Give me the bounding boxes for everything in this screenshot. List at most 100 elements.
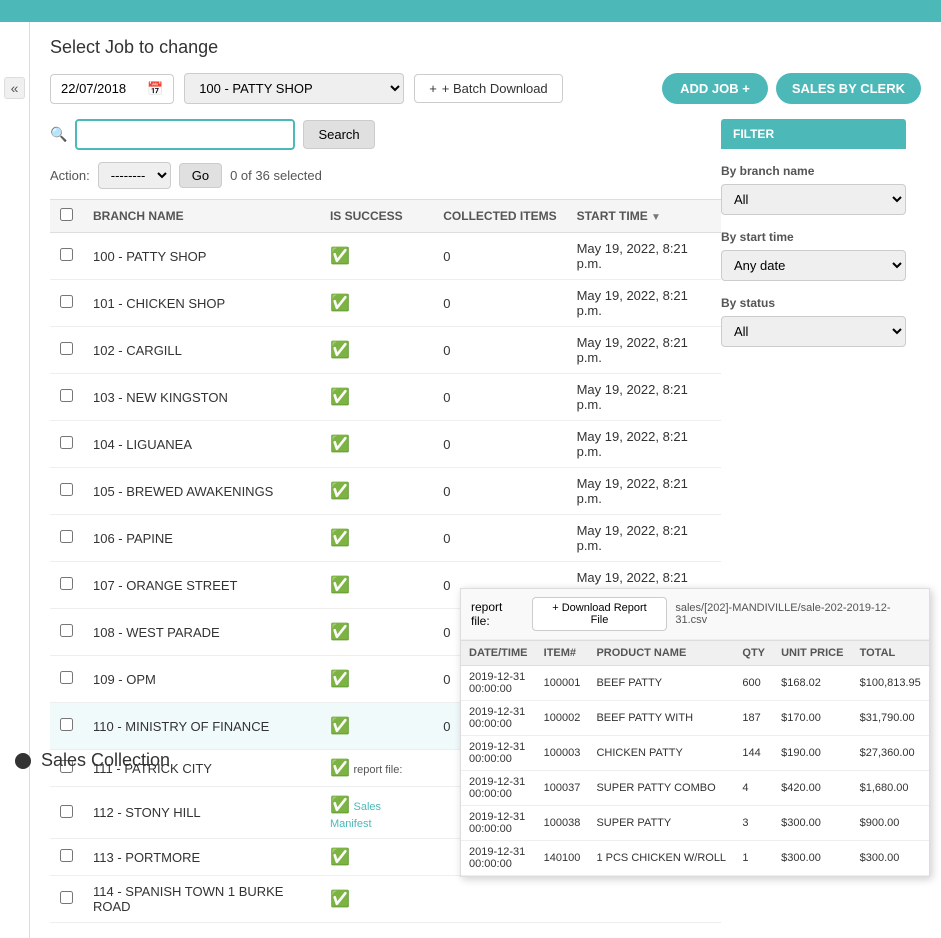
sales-collection-area: Sales Collection	[15, 750, 170, 771]
popup-table-row: 2019-12-31 00:00:00 100038 SUPER PATTY 3…	[461, 806, 929, 841]
branch-name-cell[interactable]: 114 - SPANISH TOWN 1 BURKE ROAD	[83, 876, 320, 923]
row-checkbox[interactable]	[60, 805, 73, 818]
action-select[interactable]: --------	[98, 162, 171, 189]
row-checkbox[interactable]	[60, 671, 73, 684]
success-checkmark: ✅	[330, 718, 350, 735]
row-checkbox[interactable]	[60, 342, 73, 355]
status-filter-section: By status All	[721, 296, 906, 347]
bullet-icon	[15, 753, 31, 769]
start-time-header[interactable]: START TIME ▼	[567, 200, 721, 233]
row-checkbox[interactable]	[60, 577, 73, 590]
report-file-link[interactable]: sales/[202]-MANDIVILLE/sale-202-2019-12-…	[675, 602, 919, 626]
popup-total: $1,680.00	[852, 771, 929, 806]
row-checkbox-cell	[50, 609, 83, 656]
row-checkbox-cell	[50, 839, 83, 876]
popup-qty: 3	[734, 806, 773, 841]
row-checkbox[interactable]	[60, 295, 73, 308]
popup-datetime: 2019-12-31 00:00:00	[461, 806, 536, 841]
popup-product: BEEF PATTY WITH	[588, 701, 734, 736]
success-checkmark: ✅	[330, 530, 350, 547]
success-checkmark: ✅	[330, 797, 350, 814]
collected-items-cell: 0	[433, 421, 566, 468]
popup-product: CHICKEN PATTY	[588, 736, 734, 771]
status-filter-select[interactable]: All	[721, 316, 906, 347]
popup-item: 100037	[536, 771, 589, 806]
report-file-label: report file:	[354, 764, 403, 776]
download-report-button[interactable]: + Download Report File	[532, 597, 668, 631]
branch-name-cell[interactable]: 102 - CARGILL	[83, 327, 320, 374]
row-checkbox-cell	[50, 703, 83, 750]
search-icon: 🔍	[50, 126, 67, 143]
popup-table-row: 2019-12-31 00:00:00 140100 1 PCS CHICKEN…	[461, 841, 929, 876]
popup-datetime: 2019-12-31 00:00:00	[461, 736, 536, 771]
branch-name-cell[interactable]: 109 - OPM	[83, 656, 320, 703]
sidebar-toggle[interactable]: «	[4, 77, 26, 99]
branch-name-cell[interactable]: 107 - ORANGE STREET	[83, 562, 320, 609]
is-success-cell: ✅	[320, 839, 433, 876]
branch-name-cell[interactable]: 104 - LIGUANEA	[83, 421, 320, 468]
branch-name-cell[interactable]: 110 - MINISTRY OF FINANCE	[83, 703, 320, 750]
sales-collection-label: Sales Collection	[41, 750, 170, 771]
branch-name-header: BRANCH NAME	[83, 200, 320, 233]
branch-name-cell[interactable]: 105 - BREWED AWAKENINGS	[83, 468, 320, 515]
row-checkbox[interactable]	[60, 849, 73, 862]
start-time-filter-select[interactable]: Any date	[721, 250, 906, 281]
popup-col-unit-price: UNIT PRICE	[773, 641, 852, 666]
collected-items-cell: 0	[433, 280, 566, 327]
popup-unit-price: $190.00	[773, 736, 852, 771]
go-button[interactable]: Go	[179, 163, 222, 188]
action-bar: Action: -------- Go 0 of 36 selected	[50, 162, 721, 189]
popup-total: $31,790.00	[852, 701, 929, 736]
is-success-cell: ✅	[320, 562, 433, 609]
is-success-cell: ✅	[320, 327, 433, 374]
row-checkbox[interactable]	[60, 248, 73, 261]
success-checkmark: ✅	[330, 295, 350, 312]
row-checkbox[interactable]	[60, 891, 73, 904]
table-row: 102 - CARGILL ✅ 0 May 19, 2022, 8:21 p.m…	[50, 327, 721, 374]
popup-total: $300.00	[852, 841, 929, 876]
row-checkbox[interactable]	[60, 483, 73, 496]
popup-item: 100003	[536, 736, 589, 771]
row-checkbox-cell	[50, 374, 83, 421]
popup-total: $900.00	[852, 806, 929, 841]
date-input-wrapper: 📅	[50, 74, 174, 104]
is-success-cell: ✅ report file:	[320, 750, 433, 787]
branch-name-cell[interactable]: 113 - PORTMORE	[83, 839, 320, 876]
is-success-cell: ✅	[320, 468, 433, 515]
popup-unit-price: $420.00	[773, 771, 852, 806]
plus-icon: +	[429, 81, 437, 96]
popup-datetime: 2019-12-31 00:00:00	[461, 841, 536, 876]
popup-qty: 600	[734, 666, 773, 701]
branch-name-cell[interactable]: 101 - CHICKEN SHOP	[83, 280, 320, 327]
branch-filter-select[interactable]: All	[721, 184, 906, 215]
branch-name-cell[interactable]: 103 - NEW KINGSTON	[83, 374, 320, 421]
date-field[interactable]	[61, 81, 141, 96]
row-checkbox-cell	[50, 562, 83, 609]
batch-download-button[interactable]: + + Batch Download	[414, 74, 562, 103]
popup-unit-price: $300.00	[773, 841, 852, 876]
search-button[interactable]: Search	[303, 120, 374, 149]
table-row: 103 - NEW KINGSTON ✅ 0 May 19, 2022, 8:2…	[50, 374, 721, 421]
popup-qty: 4	[734, 771, 773, 806]
popup-unit-price: $300.00	[773, 806, 852, 841]
start-time-cell: May 19, 2022, 8:21 p.m.	[567, 280, 721, 327]
search-input[interactable]	[75, 119, 295, 150]
collected-items-cell: 0	[433, 233, 566, 280]
is-success-cell: ✅	[320, 703, 433, 750]
row-checkbox[interactable]	[60, 624, 73, 637]
branch-name-cell[interactable]: 100 - PATTY SHOP	[83, 233, 320, 280]
select-all-checkbox[interactable]	[60, 208, 73, 221]
add-job-button[interactable]: ADD JOB +	[662, 73, 768, 104]
row-checkbox[interactable]	[60, 530, 73, 543]
branch-name-cell[interactable]: 108 - WEST PARADE	[83, 609, 320, 656]
branch-name-cell[interactable]: 112 - STONY HILL	[83, 787, 320, 839]
popup-total: $100,813.95	[852, 666, 929, 701]
sales-by-clerk-button[interactable]: SALES BY CLERK	[776, 73, 921, 104]
row-checkbox[interactable]	[60, 718, 73, 731]
shop-select[interactable]: 100 - PATTY SHOP	[184, 73, 404, 104]
branch-name-cell[interactable]: 106 - PAPINE	[83, 515, 320, 562]
is-success-cell: ✅	[320, 609, 433, 656]
table-row: 106 - PAPINE ✅ 0 May 19, 2022, 8:21 p.m.	[50, 515, 721, 562]
row-checkbox[interactable]	[60, 389, 73, 402]
row-checkbox[interactable]	[60, 436, 73, 449]
